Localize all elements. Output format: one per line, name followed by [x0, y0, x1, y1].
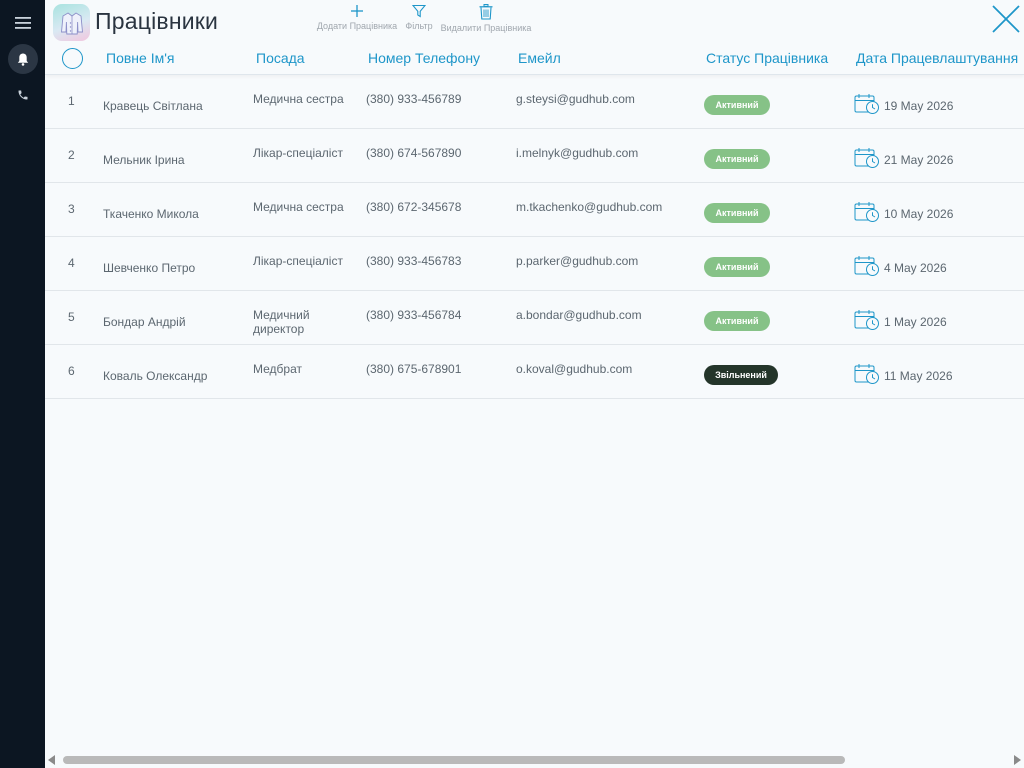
hire-date: 19 May 2026 — [884, 99, 954, 113]
row-number: 5 — [68, 310, 75, 324]
calendar-clock-icon — [854, 94, 879, 114]
hire-date: 4 May 2026 — [884, 261, 947, 275]
add-employee-button[interactable]: Додати Працівника — [316, 4, 398, 31]
employee-phone: (380) 933-456784 — [366, 308, 462, 322]
column-header-phone[interactable]: Номер Телефону — [368, 50, 480, 66]
select-all-checkbox[interactable] — [62, 48, 83, 69]
hire-date: 1 May 2026 — [884, 315, 947, 329]
employee-name: Бондар Андрій — [103, 315, 186, 329]
employee-email: i.melnyk@gudhub.com — [516, 146, 639, 160]
phone-icon — [18, 90, 28, 100]
employee-position: Медичний директор — [253, 308, 310, 336]
funnel-icon — [412, 4, 426, 18]
filter-button[interactable]: Фільтр — [404, 4, 434, 31]
status-badge: Звільнений — [704, 365, 778, 385]
app-icon — [53, 4, 90, 41]
row-number: 3 — [68, 202, 75, 216]
table-row[interactable]: 1 Кравець Світлана Медична сестра (380) … — [45, 75, 1024, 129]
notifications-button[interactable] — [8, 44, 38, 74]
employee-phone: (380) 933-456789 — [366, 92, 462, 106]
employee-email: p.parker@gudhub.com — [516, 254, 639, 268]
employee-phone: (380) 674-567890 — [366, 146, 462, 160]
add-employee-label: Додати Працівника — [316, 21, 398, 31]
row-number: 6 — [68, 364, 75, 378]
table-row[interactable]: 2 Мельник Ірина Лікар-спеціаліст (380) 6… — [45, 129, 1024, 183]
status-badge: Активний — [704, 257, 770, 277]
calendar-clock-icon — [854, 148, 879, 168]
delete-employee-label: Видалити Працівника — [440, 23, 532, 33]
status-badge: Активний — [704, 203, 770, 223]
doctor-coat-icon — [60, 11, 83, 34]
employee-name: Коваль Олександр — [103, 369, 208, 383]
status-badge: Активний — [704, 311, 770, 331]
employee-email: a.bondar@gudhub.com — [516, 308, 642, 322]
page-title: Працівники — [95, 8, 219, 34]
menu-button[interactable] — [8, 8, 38, 38]
row-number: 2 — [68, 148, 75, 162]
calendar-clock-icon — [854, 256, 879, 276]
table-row[interactable]: 5 Бондар Андрій Медичний директор (380) … — [45, 291, 1024, 345]
plus-icon — [351, 5, 363, 17]
table-row[interactable]: 4 Шевченко Петро Лікар-спеціаліст (380) … — [45, 237, 1024, 291]
row-number: 4 — [68, 256, 75, 270]
calendar-clock-icon — [854, 364, 879, 384]
employee-position: Медична сестра — [253, 200, 344, 214]
employee-position: Медбрат — [253, 362, 302, 376]
hire-date: 11 May 2026 — [884, 369, 953, 383]
employee-position: Лікар-спеціаліст — [253, 254, 343, 268]
employee-name: Шевченко Петро — [103, 261, 196, 275]
table-row[interactable]: 6 Коваль Олександр Медбрат (380) 675-678… — [45, 345, 1024, 399]
scroll-right-arrow[interactable] — [1014, 755, 1021, 765]
column-header-email[interactable]: Емейл — [518, 50, 561, 66]
status-badge: Активний — [704, 95, 770, 115]
employee-phone: (380) 672-345678 — [366, 200, 462, 214]
close-icon — [992, 5, 1020, 33]
trash-icon — [479, 4, 493, 20]
employee-phone: (380) 675-678901 — [366, 362, 462, 376]
calls-button[interactable] — [8, 80, 38, 110]
employee-email: o.koval@gudhub.com — [516, 362, 633, 376]
employee-email: g.steysi@gudhub.com — [516, 92, 635, 106]
close-button[interactable] — [990, 3, 1022, 35]
hire-date: 10 May 2026 — [884, 207, 954, 221]
employee-phone: (380) 933-456783 — [366, 254, 462, 268]
employee-position: Лікар-спеціаліст — [253, 146, 343, 160]
scrollbar-thumb[interactable] — [63, 756, 845, 764]
bell-icon — [17, 53, 29, 66]
employee-name: Кравець Світлана — [103, 99, 203, 113]
table-header: Повне Ім'я Посада Номер Телефону Емейл С… — [45, 45, 1024, 75]
horizontal-scrollbar[interactable] — [45, 752, 1024, 768]
row-number: 1 — [68, 94, 75, 108]
table-row[interactable]: 3 Ткаченко Микола Медична сестра (380) 6… — [45, 183, 1024, 237]
employee-email: m.tkachenko@gudhub.com — [516, 200, 663, 214]
employee-name: Ткаченко Микола — [103, 207, 199, 221]
column-header-status[interactable]: Статус Працівника — [706, 50, 828, 66]
hire-date: 21 May 2026 — [884, 153, 954, 167]
filter-label: Фільтр — [405, 21, 433, 31]
status-badge: Активний — [704, 149, 770, 169]
column-header-position[interactable]: Посада — [256, 50, 305, 66]
column-header-hire-date[interactable]: Дата Працевлаштування — [856, 50, 1018, 66]
delete-employee-button[interactable]: Видалити Працівника — [440, 4, 532, 33]
calendar-clock-icon — [854, 310, 879, 330]
employee-name: Мельник Ірина — [103, 153, 185, 167]
employee-position: Медична сестра — [253, 92, 344, 106]
left-rail — [0, 0, 45, 768]
calendar-clock-icon — [854, 202, 879, 222]
scroll-left-arrow[interactable] — [48, 755, 55, 765]
column-header-name[interactable]: Повне Ім'я — [106, 50, 174, 66]
hamburger-icon — [15, 17, 31, 29]
